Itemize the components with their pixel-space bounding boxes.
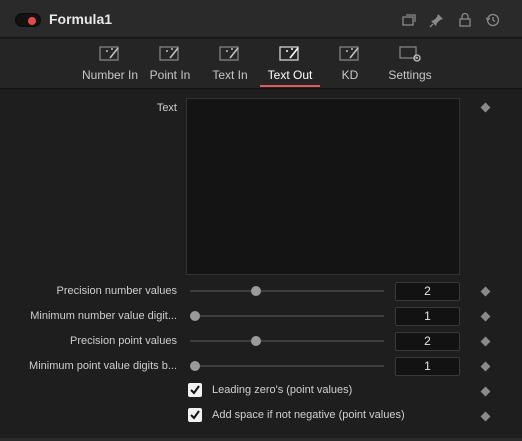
slider-knob[interactable] [250,286,261,296]
keyframe-diamond-icon[interactable] [480,286,491,297]
leading-zero-checkbox[interactable] [188,383,202,397]
toggle-dot [28,17,36,25]
leading-zero-label: Leading zero's (point values) [212,384,353,396]
checkmark-icon [190,410,200,420]
keyframe-diamond-icon[interactable] [480,361,491,372]
tab-label: Number In [81,68,139,82]
tab-point-in[interactable]: Point In [147,44,193,88]
wand-icon [219,46,239,61]
slider-knob[interactable] [190,311,200,321]
precision-number-input[interactable]: 2 [395,282,460,301]
node-header: Formula1 [0,0,522,38]
tab-label: Point In [149,68,191,82]
tab-label: Text In [212,68,248,82]
add-space-label: Add space if not negative (point values) [212,409,405,421]
inspector-tabs: Number In Point In Text In Text Out KD S… [0,39,522,89]
min-point-digits-slider[interactable] [190,361,384,371]
keyframe-diamond-icon[interactable] [480,311,491,322]
min-point-digits-input[interactable]: 1 [395,357,460,376]
keyframe-diamond-icon[interactable] [480,386,491,397]
precision-number-slider[interactable] [190,286,384,296]
settings-icon [399,46,421,62]
tab-text-in[interactable]: Text In [208,44,252,88]
precision-point-slider[interactable] [190,336,384,346]
precision-point-input[interactable]: 2 [395,332,460,351]
keyframe-diamond-icon[interactable] [480,411,491,422]
pin-icon[interactable] [429,12,445,28]
wand-icon [279,46,299,61]
checkmark-icon [190,385,200,395]
text-field-label: Text [156,102,177,114]
min-number-digits-input[interactable]: 1 [395,307,460,326]
text-output-field[interactable] [186,98,460,275]
window-icon[interactable] [401,12,417,28]
keyframe-diamond-icon[interactable] [480,102,491,113]
precision-point-label: Precision point values [69,335,177,347]
wand-icon [339,46,359,61]
tab-label: Settings [388,68,432,82]
min-point-digits-label: Minimum point value digits b... [29,360,177,372]
node-title: Formula1 [49,11,113,27]
keyframe-diamond-icon[interactable] [480,336,491,347]
lock-icon[interactable] [457,12,473,28]
node-enable-toggle[interactable] [15,13,41,27]
min-number-digits-label: Minimum number value digit... [30,310,177,322]
min-number-digits-slider[interactable] [190,311,384,321]
tab-kd[interactable]: KD [335,44,365,88]
add-space-checkbox[interactable] [188,408,202,422]
precision-number-label: Precision number values [56,285,177,297]
wand-icon [159,46,179,61]
slider-knob[interactable] [250,336,261,346]
tab-number-in[interactable]: Number In [80,44,140,88]
tab-text-out[interactable]: Text Out [263,44,317,88]
tab-label: KD [341,68,359,82]
reset-icon[interactable] [485,12,501,28]
tab-settings[interactable]: Settings [386,44,434,88]
active-tab-indicator [260,85,320,87]
tab-label: Text Out [267,68,313,82]
slider-knob[interactable] [190,361,200,371]
inspector-content: Text Precision number values 2 Minimum n… [0,90,522,441]
wand-icon [99,46,119,61]
